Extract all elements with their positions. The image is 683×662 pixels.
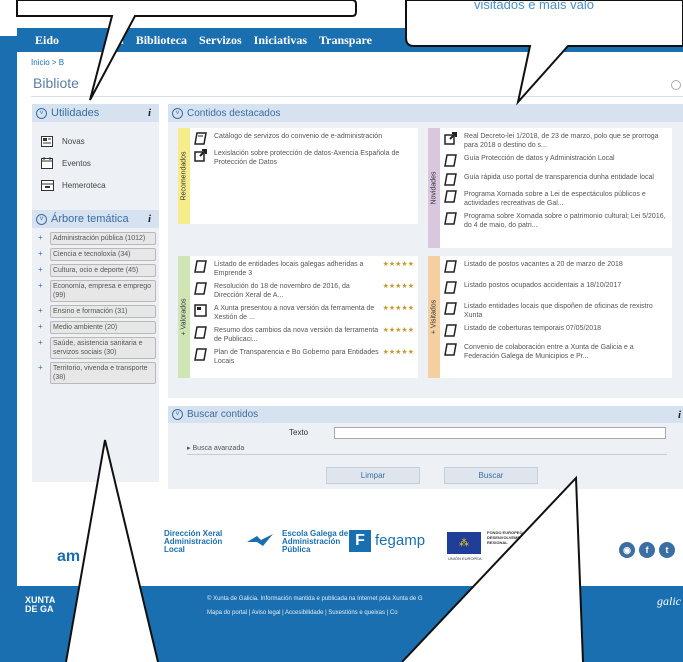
speech-bubble-bottom-left — [65, 439, 159, 662]
annotation-overlay — [16, 0, 683, 662]
speech-bubble-top-right — [405, 0, 683, 106]
speech-bubble-bottom-right — [401, 475, 584, 662]
bubble-text: visitados e mais valo — [474, 0, 594, 12]
speech-bubble-top-left — [16, 0, 357, 101]
